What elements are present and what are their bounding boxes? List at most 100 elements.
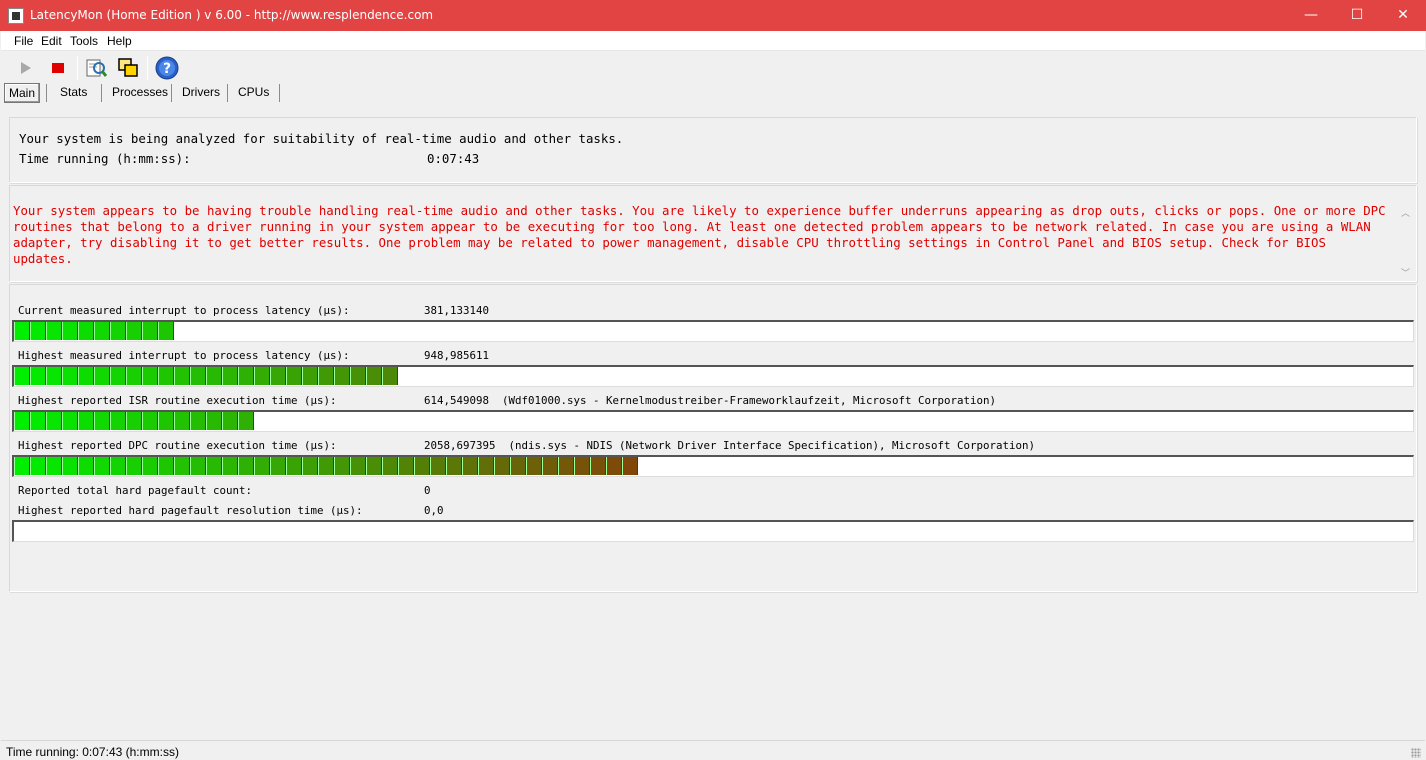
level-segment xyxy=(158,322,174,340)
dpc-time-value: 2058,697395 (ndis.sys - NDIS (Network Dr… xyxy=(424,439,1036,452)
level-segment xyxy=(78,457,94,475)
level-segment xyxy=(62,412,78,430)
level-segment xyxy=(30,367,46,385)
level-segment xyxy=(446,457,462,475)
level-segment xyxy=(222,367,238,385)
level-segment xyxy=(142,457,158,475)
pagefault-count-label: Reported total hard pagefault count: xyxy=(18,484,253,497)
level-segment xyxy=(190,367,206,385)
level-segment xyxy=(14,412,30,430)
menu-edit[interactable]: Edit xyxy=(41,34,62,48)
level-segment xyxy=(334,367,350,385)
window-title: LatencyMon (Home Edition ) v 6.00 - http… xyxy=(30,8,434,22)
level-segment xyxy=(350,457,366,475)
level-segment xyxy=(414,457,430,475)
level-segment xyxy=(350,367,366,385)
current-latency-label: Current measured interrupt to process la… xyxy=(18,304,350,317)
level-segment xyxy=(270,367,286,385)
level-segment xyxy=(46,412,62,430)
level-segment xyxy=(110,412,126,430)
level-segment xyxy=(94,457,110,475)
menu-bar: File Edit Tools Help xyxy=(1,31,1425,51)
maximize-button[interactable]: ☐ xyxy=(1334,0,1380,31)
level-segment xyxy=(366,457,382,475)
level-segment xyxy=(286,457,302,475)
level-segment xyxy=(142,367,158,385)
tab-processes[interactable]: Processes xyxy=(108,83,172,103)
level-segment xyxy=(238,367,254,385)
level-segment xyxy=(14,322,30,340)
scroll-up-arrow[interactable]: ︿ xyxy=(1401,206,1410,219)
level-segment xyxy=(222,457,238,475)
level-segment xyxy=(30,457,46,475)
level-segment xyxy=(110,367,126,385)
level-segment xyxy=(190,457,206,475)
tab-stats[interactable]: Stats xyxy=(56,83,91,103)
level-segment xyxy=(126,322,142,340)
level-segment xyxy=(590,457,606,475)
level-segment xyxy=(62,322,78,340)
level-segment xyxy=(94,322,110,340)
level-segment xyxy=(126,367,142,385)
level-segment xyxy=(286,367,302,385)
level-segment xyxy=(174,367,190,385)
menu-file[interactable]: File xyxy=(14,34,33,48)
level-segment xyxy=(78,367,94,385)
level-segment xyxy=(206,412,222,430)
tab-drivers[interactable]: Drivers xyxy=(178,83,224,103)
stop-icon[interactable] xyxy=(45,55,71,81)
level-segment xyxy=(366,367,382,385)
level-segment xyxy=(270,457,286,475)
level-segment xyxy=(158,457,174,475)
highest-latency-value: 948,985611 xyxy=(424,349,490,362)
report-icon[interactable] xyxy=(83,55,109,81)
level-segment xyxy=(158,367,174,385)
help-glyph: ? xyxy=(163,61,171,77)
help-icon[interactable]: ? xyxy=(154,55,180,81)
status-text: Time running: 0:07:43 (h:mm:ss) xyxy=(6,745,179,759)
pagefault-time-value: 0,0 xyxy=(424,504,444,517)
menu-tools[interactable]: Tools xyxy=(70,34,98,48)
level-segment xyxy=(126,412,142,430)
level-segment xyxy=(382,367,398,385)
level-segment xyxy=(430,457,446,475)
toolbar: ? xyxy=(1,52,1425,82)
menu-help[interactable]: Help xyxy=(107,34,132,48)
level-segment xyxy=(110,457,126,475)
level-segment xyxy=(126,457,142,475)
level-segment xyxy=(94,367,110,385)
tab-cpus[interactable]: CPUs xyxy=(234,83,273,103)
level-segment xyxy=(318,457,334,475)
level-segment xyxy=(526,457,542,475)
scroll-down-arrow[interactable]: ﹀ xyxy=(1401,266,1410,279)
close-button[interactable]: ✕ xyxy=(1380,0,1426,31)
windows-icon[interactable] xyxy=(115,55,141,81)
tab-main[interactable]: Main xyxy=(4,83,41,103)
minimize-button[interactable]: — xyxy=(1288,0,1334,31)
level-segment xyxy=(110,322,126,340)
level-segment xyxy=(62,367,78,385)
level-segment xyxy=(302,367,318,385)
level-segment xyxy=(254,367,270,385)
tab-bar: Main Stats Processes Drivers CPUs xyxy=(1,82,1425,104)
level-segment xyxy=(142,322,158,340)
level-segment xyxy=(606,457,622,475)
level-segment xyxy=(558,457,574,475)
isr-time-label: Highest reported ISR routine execution t… xyxy=(18,394,337,407)
level-segment xyxy=(382,457,398,475)
level-segment xyxy=(142,412,158,430)
level-segment xyxy=(494,457,510,475)
warning-panel[interactable]: Your system appears to be having trouble… xyxy=(9,185,1417,282)
level-segment xyxy=(158,412,174,430)
level-segment xyxy=(30,412,46,430)
level-segment xyxy=(206,457,222,475)
current-latency-bar xyxy=(12,320,1414,342)
dpc-time-label: Highest reported DPC routine execution t… xyxy=(18,439,337,452)
level-segment xyxy=(238,457,254,475)
level-segment xyxy=(398,457,414,475)
app-icon xyxy=(8,8,24,24)
level-segment xyxy=(334,457,350,475)
highest-latency-label: Highest measured interrupt to process la… xyxy=(18,349,350,362)
play-icon[interactable] xyxy=(13,55,39,81)
resize-grip[interactable] xyxy=(1411,748,1421,758)
